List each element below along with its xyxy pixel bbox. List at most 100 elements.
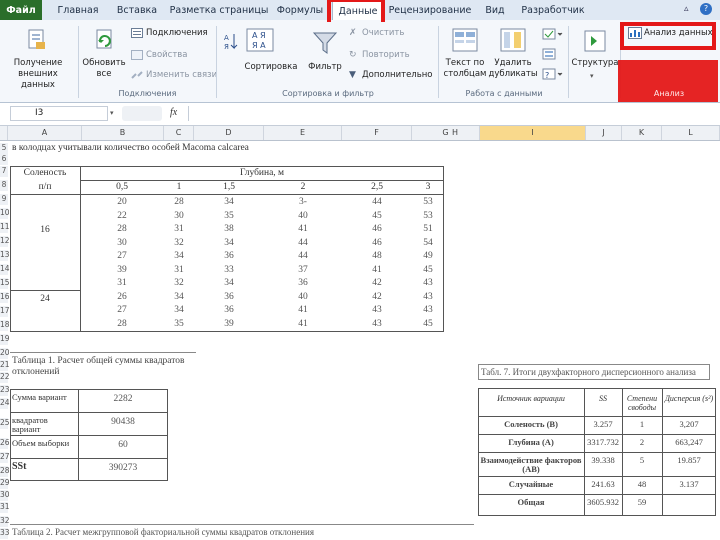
column-header-j[interactable]: J (586, 126, 622, 140)
anova-cell: 3605.932 (587, 497, 619, 507)
row-header[interactable]: 10 (0, 208, 10, 219)
row-header[interactable]: 5 (0, 143, 8, 154)
data-cell: 41 (298, 305, 308, 315)
data-cell: 36 (224, 251, 234, 261)
data-validation-icon[interactable] (542, 28, 564, 43)
group-sort-filter-label: Сортировка и фильтр (282, 89, 374, 98)
row-header[interactable]: 32 (0, 516, 10, 527)
column-header-f[interactable]: F (342, 126, 412, 140)
row-header[interactable]: 7 (0, 166, 8, 177)
row-header[interactable]: 26 (0, 438, 10, 449)
anova-row-line (478, 452, 716, 453)
row-header[interactable]: 33 (0, 528, 10, 539)
row-header[interactable]: 20 (0, 348, 10, 359)
data-cell: 27 (117, 251, 127, 261)
row-header[interactable]: 6 (0, 154, 8, 165)
advanced-button[interactable]: Дополнительно (362, 70, 433, 80)
refresh-all-button[interactable]: Обновить все (80, 58, 128, 80)
row-header[interactable]: 28 (0, 466, 10, 477)
row-header[interactable]: 29 (0, 478, 10, 489)
formula-input[interactable] (188, 106, 720, 121)
column-header-e[interactable]: E (264, 126, 342, 140)
anova-cell: 59 (637, 497, 647, 507)
text-to-columns-button[interactable]: Текст по столбцам (442, 58, 488, 80)
column-header-a[interactable]: A (8, 126, 82, 140)
depth-header-cell: 2,5 (371, 182, 383, 192)
column-header-l[interactable]: L (662, 126, 720, 140)
tab-page-layout[interactable]: Разметка страницы (168, 0, 270, 22)
row-header[interactable]: 24 (0, 398, 10, 409)
row-header[interactable]: 13 (0, 250, 10, 261)
edit-links-button[interactable]: Изменить связи (146, 70, 217, 80)
outline-dropdown-icon[interactable]: ▾ (590, 72, 594, 80)
depth-header-cell: 1,5 (223, 182, 235, 192)
properties-button[interactable]: Свойства (146, 50, 188, 60)
clear-button[interactable]: Очистить (362, 28, 404, 38)
row-header[interactable]: 14 (0, 264, 10, 275)
insert-function-icon[interactable]: fx (170, 107, 177, 118)
connections-button[interactable]: Подключения (146, 28, 208, 38)
tab-developer[interactable]: Разработчик (518, 0, 588, 22)
tab-home[interactable]: Главная (50, 0, 106, 22)
filter-button[interactable]: Фильтр (302, 62, 348, 73)
anova-row-line (478, 476, 716, 477)
data-cell: 42 (372, 291, 382, 302)
table-divider (10, 194, 444, 195)
column-header-i[interactable]: I (480, 126, 586, 140)
get-external-data-button[interactable]: Получение внешних данных (2, 58, 74, 91)
consolidate-icon[interactable] (542, 48, 564, 63)
tab-formulas[interactable]: Формулы (272, 0, 328, 22)
data-cell: 34 (224, 278, 234, 288)
tab-view[interactable]: Вид (478, 0, 512, 22)
row-header[interactable]: 16 (0, 292, 10, 303)
row-header[interactable]: 18 (0, 320, 10, 331)
row-header[interactable]: 19 (0, 334, 10, 345)
row-header[interactable]: 23 (0, 385, 10, 396)
column-header-k[interactable]: K (622, 126, 662, 140)
what-if-icon[interactable]: ? (542, 68, 564, 83)
help-icon[interactable]: ? (700, 3, 712, 15)
row-header[interactable]: 15 (0, 278, 10, 289)
row-header[interactable]: 31 (0, 502, 10, 513)
sort-az-icon: АЯ (224, 32, 238, 55)
row-header[interactable]: 11 (0, 222, 10, 233)
table1-label: Объем выборки (12, 438, 70, 448)
remove-duplicates-button[interactable]: Удалить дубликаты (488, 58, 538, 80)
anova-cell: Общая (517, 497, 545, 507)
column-header-c[interactable]: C (164, 126, 194, 140)
name-box-dropdown-icon[interactable]: ▾ (110, 109, 114, 117)
table3-title: Таблица 2. Расчет межгрупповой факториал… (12, 527, 315, 537)
row-header[interactable]: 8 (0, 180, 8, 191)
connections-icon (131, 28, 143, 41)
column-header-d[interactable]: D (194, 126, 264, 140)
tab-file[interactable]: Файл (0, 0, 42, 22)
data-cell: 53 (423, 210, 433, 221)
outline-button[interactable]: Структура (570, 58, 620, 69)
row-header[interactable]: 21 (0, 360, 10, 371)
data-cell: 33 (224, 264, 234, 275)
row-header[interactable]: 27 (0, 452, 10, 463)
sort-button[interactable]: Сортировка (242, 62, 300, 73)
row-header[interactable]: 9 (0, 194, 8, 205)
table3-title-line (10, 524, 474, 525)
data-cell: 45 (372, 210, 382, 221)
row-header[interactable]: 17 (0, 306, 10, 317)
data-cell: 51 (423, 224, 433, 234)
anova-row-line (478, 494, 716, 495)
select-all-corner[interactable] (0, 126, 8, 140)
column-header-b[interactable]: B (82, 126, 164, 140)
column-header-g[interactable]: G (412, 126, 480, 140)
tab-review[interactable]: Рецензирование (388, 0, 472, 22)
anova-cell: 3.257 (593, 419, 613, 429)
name-box[interactable]: I3 (10, 106, 108, 121)
data-cell: 36 (224, 291, 234, 302)
tab-insert[interactable]: Вставка (108, 0, 166, 22)
reapply-button[interactable]: Повторить (362, 50, 410, 60)
row-header[interactable]: 30 (0, 490, 10, 501)
data-cell: 28 (174, 197, 184, 207)
salinity-24: 24 (40, 294, 50, 304)
row-header[interactable]: 25 (0, 418, 10, 429)
row-header[interactable]: 12 (0, 236, 10, 247)
minimize-ribbon-icon[interactable]: ▵ (684, 4, 689, 14)
row-header[interactable]: 22 (0, 372, 10, 383)
